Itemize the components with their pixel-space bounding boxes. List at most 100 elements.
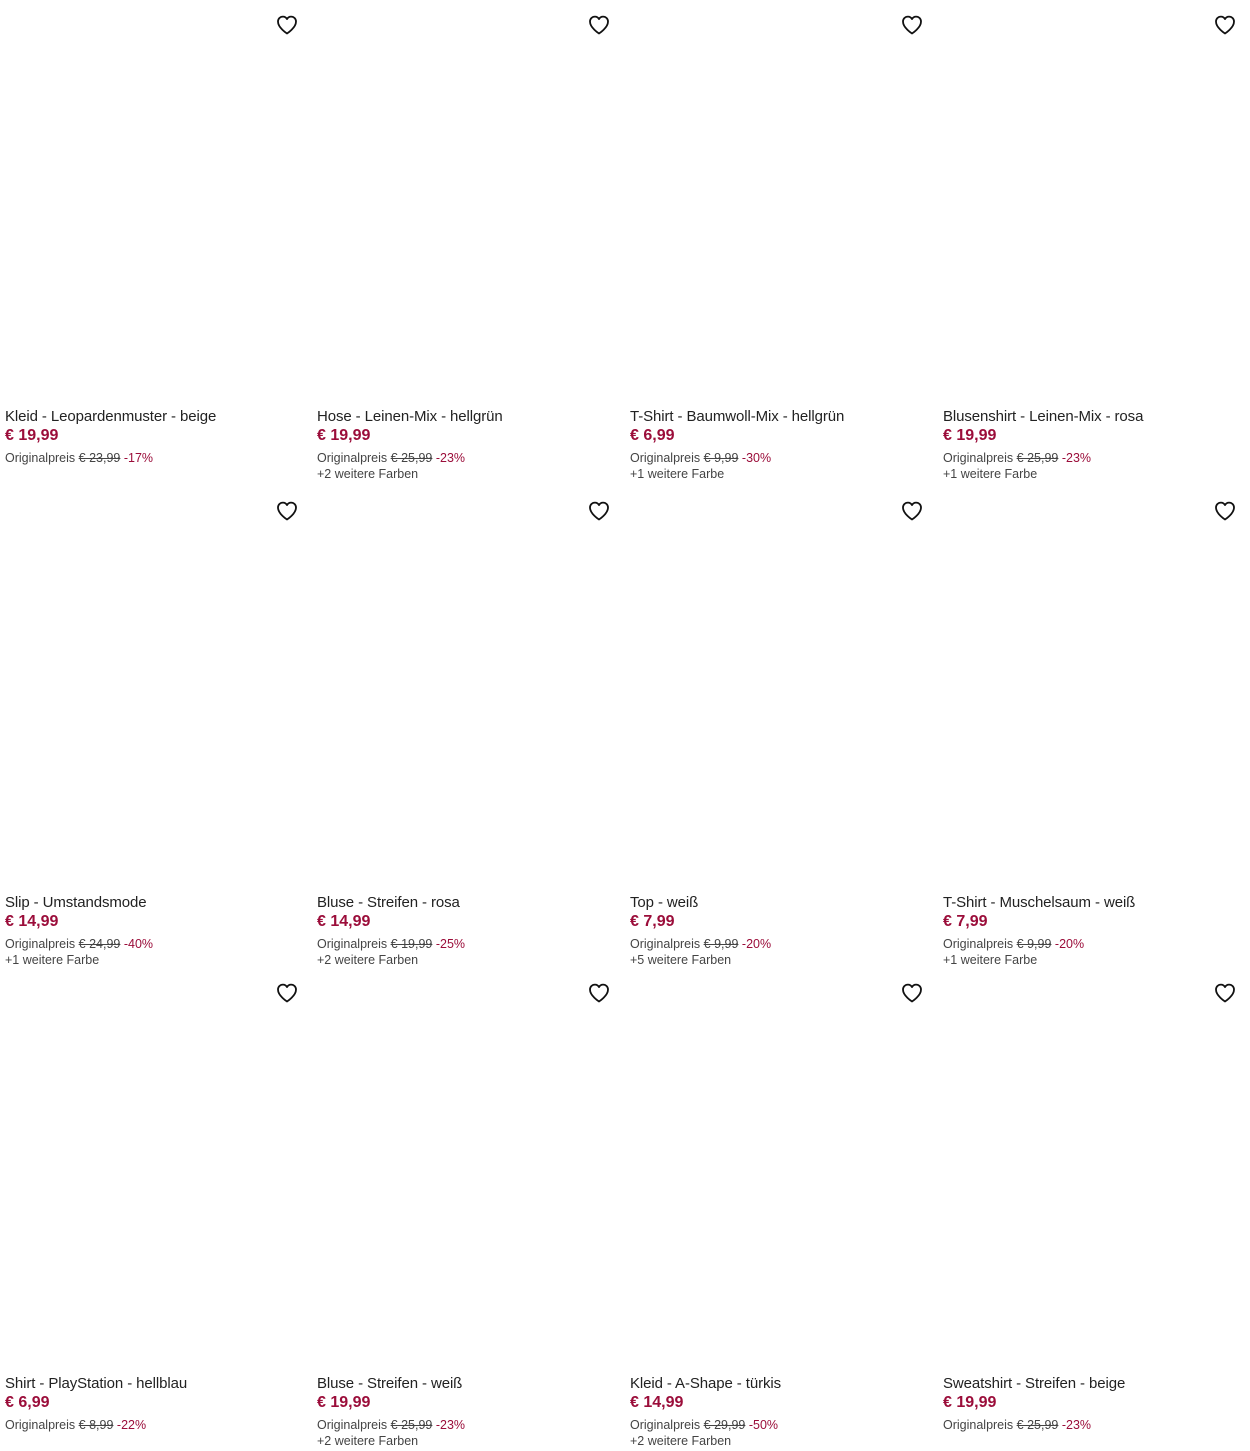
product-image[interactable] <box>0 486 300 893</box>
discount-badge: -23% <box>1061 1418 1092 1432</box>
original-price-label: Originalpreis <box>943 451 1014 465</box>
product-image[interactable] <box>0 0 300 407</box>
wishlist-button[interactable] <box>274 980 300 1006</box>
more-colors-link[interactable]: +1 weitere Farbe <box>5 952 300 968</box>
product-image[interactable] <box>625 0 925 407</box>
discount-badge: -22% <box>116 1418 147 1432</box>
product-card[interactable]: Bluse - Streifen - rosa € 14,99 Originalpr… <box>312 486 612 968</box>
original-price-label: Originalpreis <box>5 937 76 951</box>
wishlist-button[interactable] <box>899 980 925 1006</box>
sale-price: € 6,99 <box>5 1394 50 1411</box>
more-colors-link[interactable]: +1 weitere Farbe <box>943 466 1238 482</box>
wishlist-button[interactable] <box>274 12 300 38</box>
wishlist-button[interactable] <box>899 12 925 38</box>
product-info: Shirt - PlayStation - hellblau € 6,99 Orig… <box>0 1375 300 1433</box>
more-colors-link[interactable]: +5 weitere Farben <box>630 952 925 968</box>
heart-outline-icon <box>275 981 299 1005</box>
product-card[interactable]: Shirt - PlayStation - hellblau € 6,99 Orig… <box>0 968 300 1433</box>
product-image[interactable] <box>312 968 612 1374</box>
discount-badge: -23% <box>435 451 466 465</box>
product-title[interactable]: Blusenshirt - Leinen-Mix - rosa <box>943 408 1238 426</box>
sale-price: € 14,99 <box>5 913 59 930</box>
product-card[interactable]: Slip - Umstandsmode € 14,99 Originalpreis … <box>0 486 300 968</box>
original-price: € 9,99 <box>703 451 739 465</box>
sale-price: € 19,99 <box>943 427 997 444</box>
wishlist-button[interactable] <box>274 498 300 524</box>
more-colors-link[interactable]: +2 weitere Farben <box>317 466 612 482</box>
original-price-label: Originalpreis <box>943 937 1014 951</box>
wishlist-button[interactable] <box>899 498 925 524</box>
heart-outline-icon <box>587 13 611 37</box>
original-price-label: Originalpreis <box>943 1418 1014 1432</box>
product-image[interactable] <box>938 0 1238 407</box>
heart-outline-icon <box>900 499 924 523</box>
product-card[interactable]: Blusenshirt - Leinen-Mix - rosa € 19,99 Or… <box>938 0 1238 482</box>
product-image[interactable] <box>312 486 612 893</box>
product-card[interactable]: Bluse - Streifen - weiß € 19,99 Originalpr… <box>312 968 612 1449</box>
product-info: Bluse - Streifen - rosa € 14,99 Originalpr… <box>312 894 612 968</box>
wishlist-button[interactable] <box>586 980 612 1006</box>
product-card[interactable]: T-Shirt - Baumwoll-Mix - hellgrün € 6,99 O… <box>625 0 925 482</box>
product-image[interactable] <box>625 486 925 893</box>
more-colors-link[interactable]: +2 weitere Farben <box>317 952 612 968</box>
product-title[interactable]: Slip - Umstandsmode <box>5 894 300 912</box>
wishlist-button[interactable] <box>586 12 612 38</box>
product-card[interactable]: Kleid - A-Shape - türkis € 14,99 Originalp… <box>625 968 925 1449</box>
original-price: € 25,99 <box>1016 1418 1059 1432</box>
product-card[interactable]: Top - weiß € 7,99 Originalpreis € 9,99 -20… <box>625 486 925 968</box>
product-card[interactable]: Sweatshirt - Streifen - beige € 19,99 Orig… <box>938 968 1238 1433</box>
discount-badge: -20% <box>741 937 772 951</box>
product-image[interactable] <box>625 968 925 1374</box>
product-title[interactable]: Kleid - Leopardenmuster - beige <box>5 408 300 426</box>
wishlist-button[interactable] <box>1212 498 1238 524</box>
original-price: € 25,99 <box>390 451 433 465</box>
product-card[interactable]: T-Shirt - Muschelsaum - weiß € 7,99 Origin… <box>938 486 1238 968</box>
product-image[interactable] <box>312 0 612 407</box>
original-price: € 24,99 <box>78 937 121 951</box>
wishlist-button[interactable] <box>1212 980 1238 1006</box>
product-card[interactable]: Hose - Leinen-Mix - hellgrün € 19,99 Origi… <box>312 0 612 482</box>
wishlist-button[interactable] <box>1212 12 1238 38</box>
product-title[interactable]: Kleid - A-Shape - türkis <box>630 1375 925 1393</box>
more-colors-link[interactable]: +2 weitere Farben <box>630 1433 925 1449</box>
more-colors-link[interactable]: +2 weitere Farben <box>317 1433 612 1449</box>
more-colors-link[interactable]: +1 weitere Farbe <box>943 952 1238 968</box>
original-price: € 9,99 <box>703 937 739 951</box>
product-info: T-Shirt - Muschelsaum - weiß € 7,99 Origin… <box>938 894 1238 968</box>
original-price: € 23,99 <box>78 451 121 465</box>
product-title[interactable]: Bluse - Streifen - rosa <box>317 894 612 912</box>
product-image[interactable] <box>0 968 300 1374</box>
wishlist-button[interactable] <box>586 498 612 524</box>
sale-price: € 14,99 <box>630 1394 684 1411</box>
sale-price: € 6,99 <box>630 427 675 444</box>
sale-price: € 14,99 <box>317 913 371 930</box>
product-info: Sweatshirt - Streifen - beige € 19,99 Orig… <box>938 1375 1238 1433</box>
original-price: € 25,99 <box>1016 451 1059 465</box>
original-price-label: Originalpreis <box>5 451 76 465</box>
original-price-label: Originalpreis <box>630 1418 701 1432</box>
sale-price: € 19,99 <box>317 427 371 444</box>
product-title[interactable]: Shirt - PlayStation - hellblau <box>5 1375 300 1393</box>
original-price: € 8,99 <box>78 1418 114 1432</box>
product-title[interactable]: T-Shirt - Muschelsaum - weiß <box>943 894 1238 912</box>
original-price: € 19,99 <box>390 937 433 951</box>
original-price-line: Originalpreis € 23,99 -17% <box>5 450 300 466</box>
original-price-line: Originalpreis € 9,99 -30% <box>630 450 925 466</box>
original-price-line: Originalpreis € 25,99 -23% <box>317 450 612 466</box>
original-price-label: Originalpreis <box>317 1418 388 1432</box>
product-card[interactable]: Kleid - Leopardenmuster - beige € 19,99 Or… <box>0 0 300 466</box>
product-info: Slip - Umstandsmode € 14,99 Originalpreis … <box>0 894 300 968</box>
product-title[interactable]: Bluse - Streifen - weiß <box>317 1375 612 1393</box>
original-price-line: Originalpreis € 29,99 -50% <box>630 1417 925 1433</box>
product-title[interactable]: T-Shirt - Baumwoll-Mix - hellgrün <box>630 408 925 426</box>
heart-outline-icon <box>587 499 611 523</box>
heart-outline-icon <box>275 13 299 37</box>
product-title[interactable]: Sweatshirt - Streifen - beige <box>943 1375 1238 1393</box>
product-image[interactable] <box>938 968 1238 1374</box>
product-image[interactable] <box>938 486 1238 893</box>
more-colors-link[interactable]: +1 weitere Farbe <box>630 466 925 482</box>
product-title[interactable]: Top - weiß <box>630 894 925 912</box>
original-price: € 29,99 <box>703 1418 746 1432</box>
product-title[interactable]: Hose - Leinen-Mix - hellgrün <box>317 408 612 426</box>
original-price-line: Originalpreis € 24,99 -40% <box>5 936 300 952</box>
